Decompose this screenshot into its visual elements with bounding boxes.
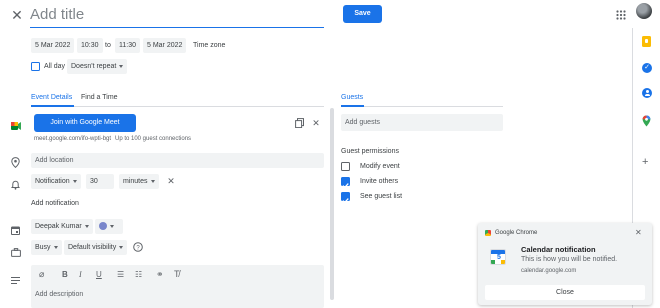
save-label: Save [354, 10, 371, 17]
repeat-label: Doesn't repeat [71, 63, 117, 70]
description-placeholder: Add description [35, 291, 84, 298]
attachment-icon[interactable]: ⌀ [39, 269, 44, 280]
meet-limit: Up to 100 guest connections [115, 136, 192, 142]
all-day-label: All day [44, 63, 66, 70]
toast-close-button[interactable]: Close [485, 285, 645, 300]
toast-close-label: Close [556, 289, 574, 296]
notification-type-label: Notification [35, 178, 70, 185]
bulleted-list-icon[interactable]: ☷ [135, 270, 142, 279]
repeat-dropdown[interactable]: Doesn't repeat [67, 59, 128, 74]
toast-body: This is how you will be notified. [521, 256, 618, 263]
visibility-label: Default visibility [68, 244, 117, 251]
chrome-icon [485, 230, 491, 236]
formatting-toolbar: ⌀ B I U ☰ ☷ ⚭ T̸ [31, 265, 324, 285]
add-notification-link[interactable]: Add notification [31, 200, 79, 207]
visibility-dropdown[interactable]: Default visibility [64, 240, 128, 255]
link-icon[interactable]: ⚭ [156, 269, 164, 280]
notification-unit-dropdown[interactable]: minutes [119, 174, 159, 189]
guests-tab-indicator [341, 105, 364, 107]
toast-source: calendar.google.com [521, 268, 577, 274]
timezone-link[interactable]: Time zone [193, 42, 225, 49]
toast-title: Calendar notification [521, 245, 596, 254]
color-dot [99, 222, 107, 231]
help-icon[interactable]: ? [133, 242, 143, 252]
tab-guests[interactable]: Guests [341, 94, 363, 101]
join-meet-label: Join with Google Meet [50, 119, 120, 126]
guest-permissions-title: Guest permissions [341, 148, 399, 155]
guests-tab-divider [341, 106, 503, 107]
meet-icon [11, 117, 21, 130]
scrollbar[interactable] [330, 108, 334, 300]
remove-notification-icon[interactable]: ✕ [166, 176, 176, 186]
title-placeholder: Add title [30, 6, 85, 23]
calendar-owner-dropdown[interactable]: Deepak Kumar [31, 219, 93, 234]
clear-formatting-icon[interactable]: T̸ [174, 269, 180, 279]
invite-others-label: Invite others [360, 178, 399, 185]
see-guest-list-checkbox[interactable] [341, 192, 350, 204]
active-tab-indicator [31, 105, 74, 107]
chevron-down-icon [119, 245, 124, 249]
title-input[interactable]: Add title [30, 4, 324, 28]
briefcase-icon [11, 244, 21, 257]
notification-value-input[interactable]: 30 [86, 174, 114, 189]
end-time[interactable]: 11:30 [115, 38, 140, 53]
chevron-down-icon [53, 245, 58, 249]
invite-others-checkbox[interactable] [341, 177, 350, 189]
google-calendar-icon: 5 [490, 249, 506, 265]
save-button[interactable]: Save [343, 5, 382, 23]
toast-close-icon[interactable]: ✕ [635, 228, 642, 237]
apps-grid-icon[interactable] [616, 7, 626, 20]
see-guest-list-label: See guest list [360, 193, 403, 200]
tab-find-time[interactable]: Find a Time [81, 94, 118, 101]
toast-app-name: Google Chrome [495, 230, 538, 236]
calendar-icon [11, 222, 20, 235]
remove-meet-icon[interactable]: ✕ [311, 118, 321, 128]
close-icon[interactable]: ✕ [10, 7, 24, 23]
chevron-down-icon [72, 179, 77, 183]
end-date[interactable]: 5 Mar 2022 [143, 38, 187, 53]
modify-event-label: Modify event [360, 163, 400, 170]
modify-event-checkbox[interactable] [341, 162, 350, 171]
location-placeholder: Add location [35, 157, 74, 164]
maps-icon[interactable] [642, 114, 651, 127]
event-color-dropdown[interactable] [95, 219, 123, 234]
tasks-icon[interactable]: ✓ [642, 63, 652, 73]
numbered-list-icon[interactable]: ☰ [117, 270, 124, 279]
to-label: to [105, 42, 111, 49]
location-icon [11, 155, 20, 169]
keep-icon[interactable] [642, 36, 651, 47]
tab-event-details[interactable]: Event Details [31, 94, 72, 101]
tabs-divider [31, 106, 324, 107]
contacts-icon[interactable] [642, 88, 652, 98]
chevron-down-icon [150, 179, 155, 183]
chevron-down-icon [84, 224, 89, 228]
underline-icon[interactable]: U [96, 270, 102, 279]
start-time[interactable]: 10:30 [77, 38, 103, 53]
owner-name: Deepak Kumar [35, 223, 82, 230]
description-lines-icon [11, 271, 20, 284]
guests-placeholder: Add guests [345, 119, 381, 126]
busy-dropdown[interactable]: Busy [31, 240, 62, 255]
bell-icon [10, 177, 21, 190]
copy-icon[interactable] [294, 118, 304, 128]
notification-unit-label: minutes [123, 178, 148, 185]
chevron-down-icon [110, 224, 114, 228]
guests-input[interactable]: Add guests [341, 114, 503, 131]
description-editor[interactable]: ⌀ B I U ☰ ☷ ⚭ T̸ Add description [31, 265, 324, 308]
location-input[interactable]: Add location [31, 153, 324, 168]
notification-type-dropdown[interactable]: Notification [31, 174, 81, 189]
italic-icon[interactable]: I [79, 270, 82, 279]
busy-label: Busy [35, 244, 51, 251]
chevron-down-icon [119, 64, 124, 68]
chrome-notification: Google Chrome ✕ 5 Calendar notification … [478, 223, 652, 305]
start-date[interactable]: 5 Mar 2022 [31, 38, 75, 53]
avatar[interactable] [636, 3, 652, 19]
join-meet-button[interactable]: Join with Google Meet [34, 114, 136, 132]
meet-link[interactable]: meet.google.com/ifo-wpti-bgt [34, 136, 111, 142]
add-addon-icon[interactable]: + [642, 157, 652, 168]
bold-icon[interactable]: B [62, 270, 68, 279]
all-day-checkbox[interactable] [31, 62, 40, 71]
